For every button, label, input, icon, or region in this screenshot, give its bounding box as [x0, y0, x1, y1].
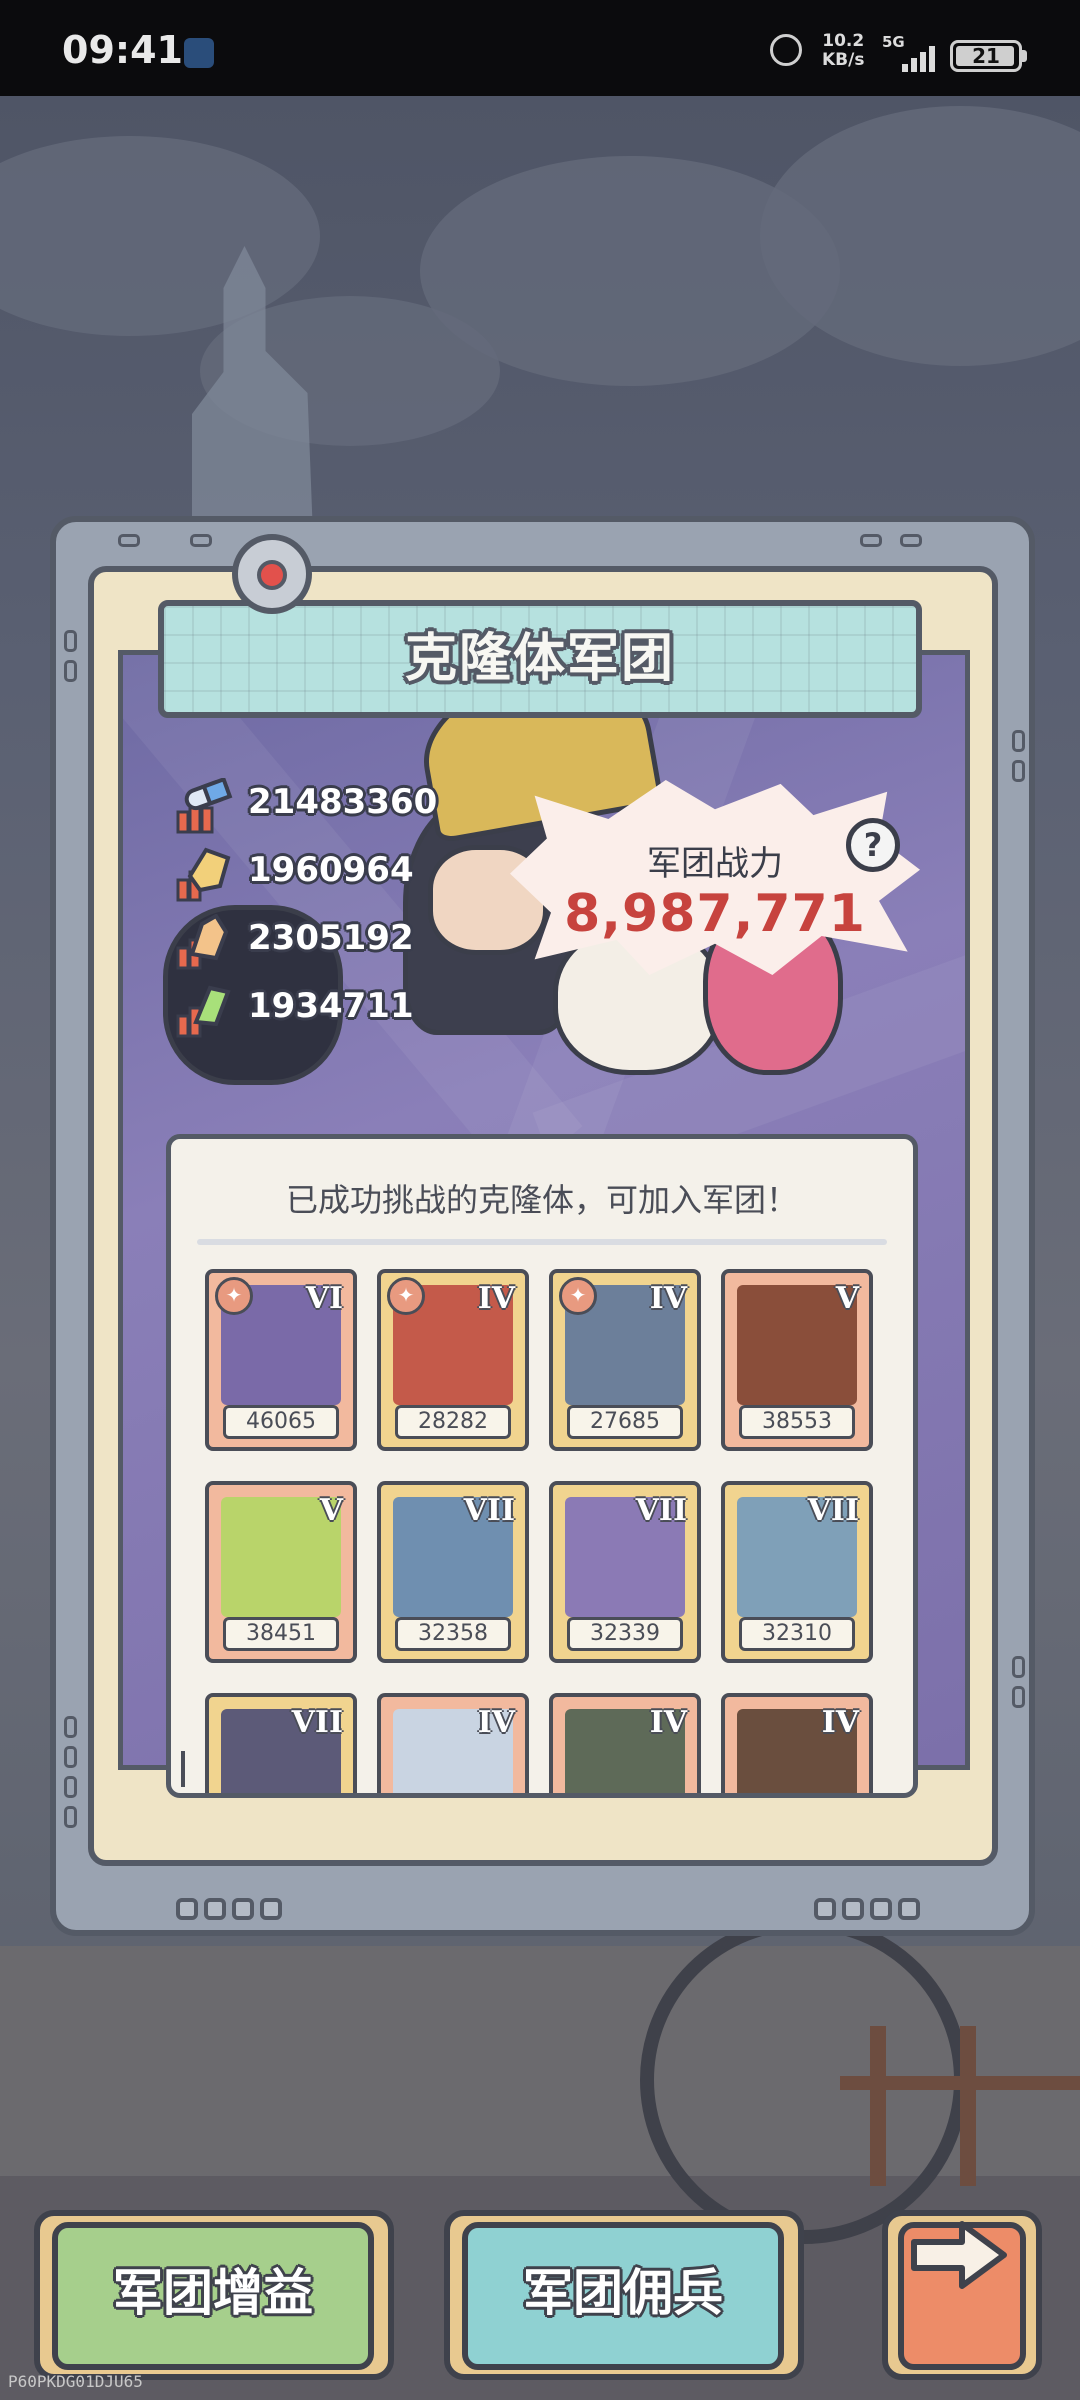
- clone-rank: IV: [477, 1281, 515, 1316]
- clone-power: 38553: [739, 1405, 855, 1439]
- clone-power: 27685: [567, 1405, 683, 1439]
- clone-power: 38451: [223, 1617, 339, 1651]
- legion-mercenary-button[interactable]: 军团佣兵: [462, 2222, 784, 2370]
- handshake-icon: ✦: [559, 1277, 597, 1315]
- stat-value: 2305192: [248, 918, 414, 958]
- knob-light: [257, 560, 287, 590]
- alarm-icon: [770, 34, 802, 66]
- clone-rank: VII: [635, 1493, 687, 1528]
- clone-rank: VII: [807, 1493, 859, 1528]
- status-time: 09:41: [62, 28, 183, 72]
- clone-rank: IV: [649, 1281, 687, 1316]
- divider: [197, 1239, 887, 1245]
- battery-icon: 21: [950, 40, 1022, 72]
- lightning-crystal-icon: [176, 985, 231, 1038]
- panel-title: 克隆体军团: [404, 629, 675, 689]
- handshake-icon: ✦: [215, 1277, 253, 1315]
- clone-card[interactable]: VI ✦ 46065: [205, 1269, 357, 1451]
- clone-card[interactable]: VII 32310: [721, 1481, 873, 1663]
- legion-power-value: 8,987,771: [564, 884, 866, 944]
- clone-power: 32358: [395, 1617, 511, 1651]
- clone-rank: V: [319, 1493, 343, 1528]
- stat-value: 21483360: [248, 782, 438, 822]
- stat-value: 1960964: [248, 850, 414, 890]
- clone-power: 46065: [223, 1405, 339, 1439]
- clone-card[interactable]: IV ✦ 27685: [549, 1269, 701, 1451]
- app-notification-icon: [184, 38, 214, 68]
- clone-card[interactable]: IV: [377, 1693, 529, 1793]
- scroll-indicator[interactable]: [181, 1751, 185, 1787]
- clone-rank: IV: [649, 1705, 687, 1740]
- stat-value: 1934711: [248, 986, 414, 1026]
- network-speed-value: 10.2: [822, 31, 865, 51]
- clone-card[interactable]: VII: [205, 1693, 357, 1793]
- help-button[interactable]: ?: [846, 818, 900, 872]
- clone-card[interactable]: V 38451: [205, 1481, 357, 1663]
- pill-icon: [176, 778, 233, 834]
- watermark: P60PKDG01DJU65: [8, 2372, 143, 2391]
- fist-crystal-icon: [176, 914, 229, 970]
- clone-list-heading: 已成功挑战的克隆体，可加入军团！: [285, 1181, 798, 1219]
- clone-card[interactable]: IV: [721, 1693, 873, 1793]
- status-bar: 09:41 10.2 KB/s 5G 21: [0, 0, 1080, 96]
- clone-list[interactable]: 已成功挑战的克隆体，可加入军团！ VI ✦ 46065 IV ✦ 28282 IV ✦ 2768…: [166, 1134, 918, 1798]
- shield-crystal-icon: [176, 847, 231, 902]
- network-speed-unit: KB/s: [822, 50, 865, 70]
- arrow-right-icon: [911, 2221, 1007, 2289]
- clone-card[interactable]: IV ✦ 28282: [377, 1269, 529, 1451]
- legion-buff-button[interactable]: 军团增益: [52, 2222, 374, 2370]
- handshake-icon: ✦: [387, 1277, 425, 1315]
- clone-rank: IV: [821, 1705, 859, 1740]
- clone-rank: V: [835, 1281, 859, 1316]
- clone-card[interactable]: VII 32358: [377, 1481, 529, 1663]
- clone-card[interactable]: VII 32339: [549, 1481, 701, 1663]
- clone-power: 32339: [567, 1617, 683, 1651]
- clone-card[interactable]: IV: [549, 1693, 701, 1793]
- clone-rank: VII: [463, 1493, 515, 1528]
- clone-rank: VII: [291, 1705, 343, 1740]
- clone-rank: IV: [477, 1705, 515, 1740]
- clone-power: 32310: [739, 1617, 855, 1651]
- network-speed: 10.2 KB/s: [822, 32, 864, 70]
- clone-card[interactable]: V 38553: [721, 1269, 873, 1451]
- clone-power: 28282: [395, 1405, 511, 1439]
- battery-level: 21: [972, 44, 1000, 68]
- clone-rank: VI: [305, 1281, 343, 1316]
- signal-icon: [902, 42, 942, 72]
